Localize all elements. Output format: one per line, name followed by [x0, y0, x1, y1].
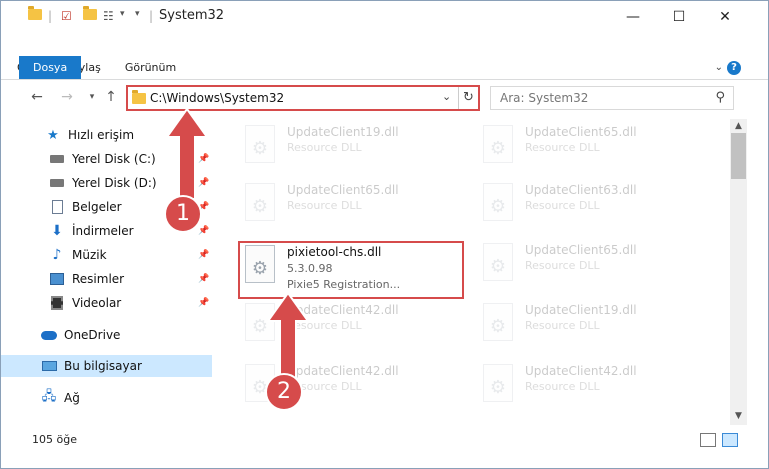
dll-file-icon: ⚙ [479, 125, 517, 165]
scroll-down-icon[interactable]: ▼ [730, 411, 747, 421]
forward-button[interactable]: → [58, 88, 76, 106]
dll-file-icon: ⚙ [479, 183, 517, 223]
nav-this-pc[interactable]: Bu bilgisayar [1, 355, 212, 377]
explorer-window: | ☑ ☷ ▾ ▾ | System32 — ☐ ✕ Dosya Giriş P… [0, 0, 769, 469]
customize-icon[interactable]: ☷ [103, 9, 114, 23]
item-count: 105 öğe [32, 433, 77, 446]
address-bar[interactable]: C:\Windows\System32 ⌄ ↻ [126, 85, 480, 111]
nav-network[interactable]: 🖧 Ağ [1, 387, 212, 409]
scroll-thumb[interactable] [731, 133, 746, 179]
file-highlight-box [238, 241, 464, 299]
dll-file-icon: ⚙ [241, 183, 279, 223]
file-item[interactable]: ⚙ UpdateClient19.dll Resource DLL [479, 303, 637, 343]
tab-file[interactable]: Dosya [19, 56, 82, 79]
drive-icon [49, 152, 65, 166]
file-item[interactable]: ⚙ UpdateClient65.dll Resource DLL [479, 243, 637, 283]
pin-icon[interactable]: 📌 [198, 298, 209, 308]
nav-music[interactable]: ♪ Müzik 📌 [1, 244, 212, 266]
maximize-button[interactable]: ☐ [656, 1, 702, 32]
music-icon: ♪ [52, 247, 62, 263]
dll-file-icon: ⚙ [479, 243, 517, 283]
tab-view[interactable]: Görünüm [113, 56, 188, 79]
scroll-up-icon[interactable]: ▲ [730, 121, 747, 131]
file-item[interactable]: ⚙ UpdateClient42.dll Resource DLL [241, 303, 399, 343]
folder-icon [132, 90, 146, 107]
file-item[interactable]: ⚙ UpdateClient42.dll Resource DLL [479, 364, 637, 404]
onedrive-icon [41, 328, 57, 342]
help-icon[interactable]: ? [727, 61, 741, 75]
annotation-arrow-2 [266, 293, 310, 379]
folder-icon [28, 6, 42, 20]
address-dropdown-icon[interactable]: ⌄ [442, 90, 451, 103]
file-item[interactable]: ⚙ UpdateClient65.dll Resource DLL [479, 125, 637, 165]
step-2-badge: 2 [265, 373, 303, 411]
pin-icon[interactable]: 📌 [198, 250, 209, 260]
computer-icon [41, 359, 57, 373]
up-button[interactable]: ↑ [102, 88, 120, 106]
file-item[interactable]: ⚙ UpdateClient63.dll Resource DLL [479, 183, 637, 223]
minimize-button[interactable]: — [610, 1, 656, 32]
network-icon: 🖧 [41, 389, 57, 404]
ribbon-tabs: Dosya Giriş Paylaş Görünüm [1, 56, 768, 79]
tiles-view-icon[interactable] [722, 433, 738, 447]
separator: | [149, 9, 154, 23]
file-item[interactable]: ⚙ UpdateClient42.dll Resource DLL [241, 364, 399, 404]
separator: | [48, 9, 53, 23]
refresh-icon[interactable]: ↻ [458, 87, 478, 109]
status-bar: 105 öğe [1, 425, 768, 455]
star-icon: ★ [47, 127, 59, 143]
search-icon: ⚲ [715, 90, 725, 105]
vertical-scrollbar[interactable]: ▲ ▼ [730, 119, 747, 425]
window-title: System32 [159, 8, 225, 23]
pictures-icon [49, 272, 65, 286]
quick-access-dropdown-icon[interactable]: ▾ [120, 9, 125, 19]
documents-icon [49, 200, 65, 214]
annotation-arrow-1 [165, 109, 209, 199]
pin-icon[interactable]: 📌 [198, 274, 209, 284]
details-view-icon[interactable] [700, 433, 716, 447]
file-item[interactable]: ⚙ UpdateClient19.dll Resource DLL [241, 125, 399, 165]
pin-icon[interactable]: 📌 [198, 226, 209, 236]
title-bar: | ☑ ☷ ▾ ▾ | System32 — ☐ ✕ [1, 1, 768, 32]
dll-file-icon: ⚙ [241, 125, 279, 165]
nav-onedrive[interactable]: OneDrive [1, 324, 212, 346]
back-button[interactable]: ← [28, 88, 46, 106]
step-1-badge: 1 [164, 195, 202, 233]
nav-videos[interactable]: Videolar 📌 [1, 292, 212, 314]
properties-icon[interactable]: ☑ [61, 9, 72, 23]
search-box[interactable]: Ara: System32 ⚲ [490, 86, 734, 110]
close-button[interactable]: ✕ [702, 1, 748, 32]
expand-ribbon-icon[interactable]: ⌄ [715, 62, 723, 73]
videos-icon [49, 296, 65, 310]
search-input[interactable]: Ara: System32 [500, 91, 588, 105]
file-item[interactable]: ⚙ UpdateClient65.dll Resource DLL [241, 183, 399, 223]
recent-locations-icon[interactable]: ▾ [83, 88, 101, 106]
download-icon: ⬇ [51, 223, 63, 239]
chevron-down-icon[interactable]: ▾ [135, 9, 140, 19]
drive-icon [49, 176, 65, 190]
dll-file-icon: ⚙ [479, 364, 517, 404]
nav-pictures[interactable]: Resimler 📌 [1, 268, 212, 290]
dll-file-icon: ⚙ [479, 303, 517, 343]
new-folder-icon[interactable] [83, 6, 97, 20]
address-path[interactable]: C:\Windows\System32 [150, 91, 284, 105]
